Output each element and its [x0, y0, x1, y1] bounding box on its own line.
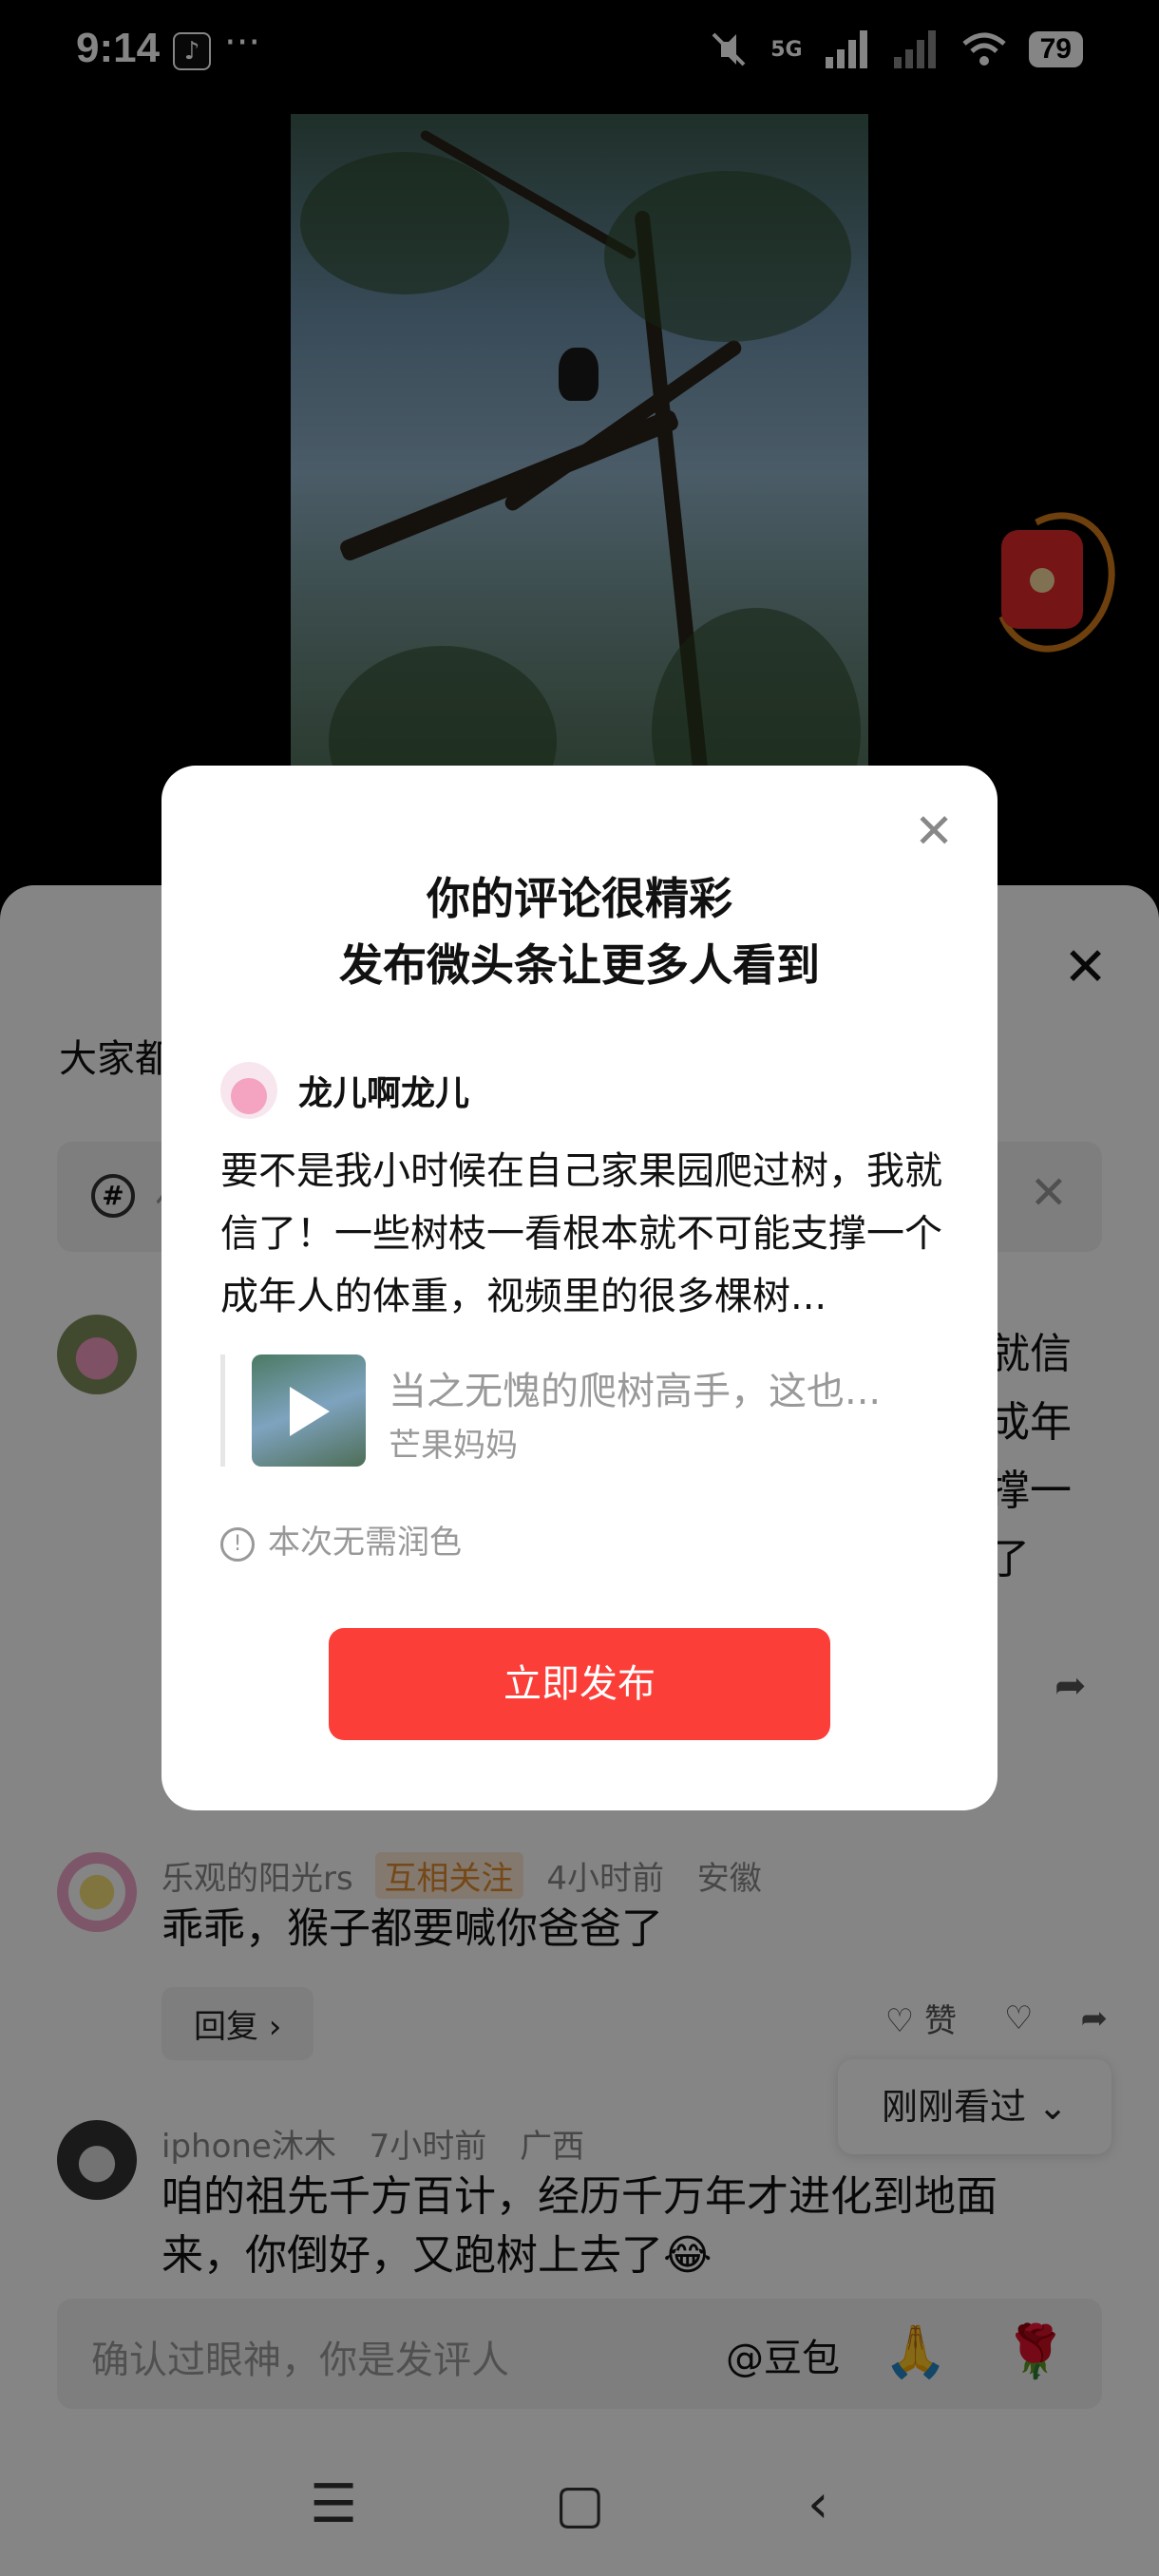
polish-notice: ! 本次无需润色 — [220, 1516, 462, 1563]
play-icon — [290, 1387, 330, 1436]
quoted-title: 当之无愧的爬树高手，这也... — [389, 1370, 882, 1413]
modal-title-line2: 发布微头条让更多人看到 — [339, 939, 820, 991]
avatar — [220, 1062, 277, 1119]
close-icon[interactable]: ✕ — [914, 804, 954, 859]
author-name: 龙儿啊龙儿 — [298, 1074, 470, 1113]
video-thumbnail — [252, 1354, 366, 1467]
polish-notice-text: 本次无需润色 — [268, 1524, 462, 1562]
comment-preview: 要不是我小时候在自己家果园爬过树，我就信了！一些树枝一看根本就不可能支撑一个成年… — [220, 1149, 942, 1318]
modal-title-line1: 你的评论很精彩 — [427, 873, 732, 924]
publish-modal: ✕ 你的评论很精彩 发布微头条让更多人看到 龙儿啊龙儿 要不是我小时候在自己家果… — [162, 766, 998, 1810]
publish-button[interactable]: 立即发布 — [329, 1628, 830, 1740]
quoted-source: 芒果妈妈 — [389, 1427, 518, 1465]
info-icon: ! — [220, 1526, 255, 1562]
quoted-video: 当之无愧的爬树高手，这也... 芒果妈妈 — [220, 1354, 942, 1467]
